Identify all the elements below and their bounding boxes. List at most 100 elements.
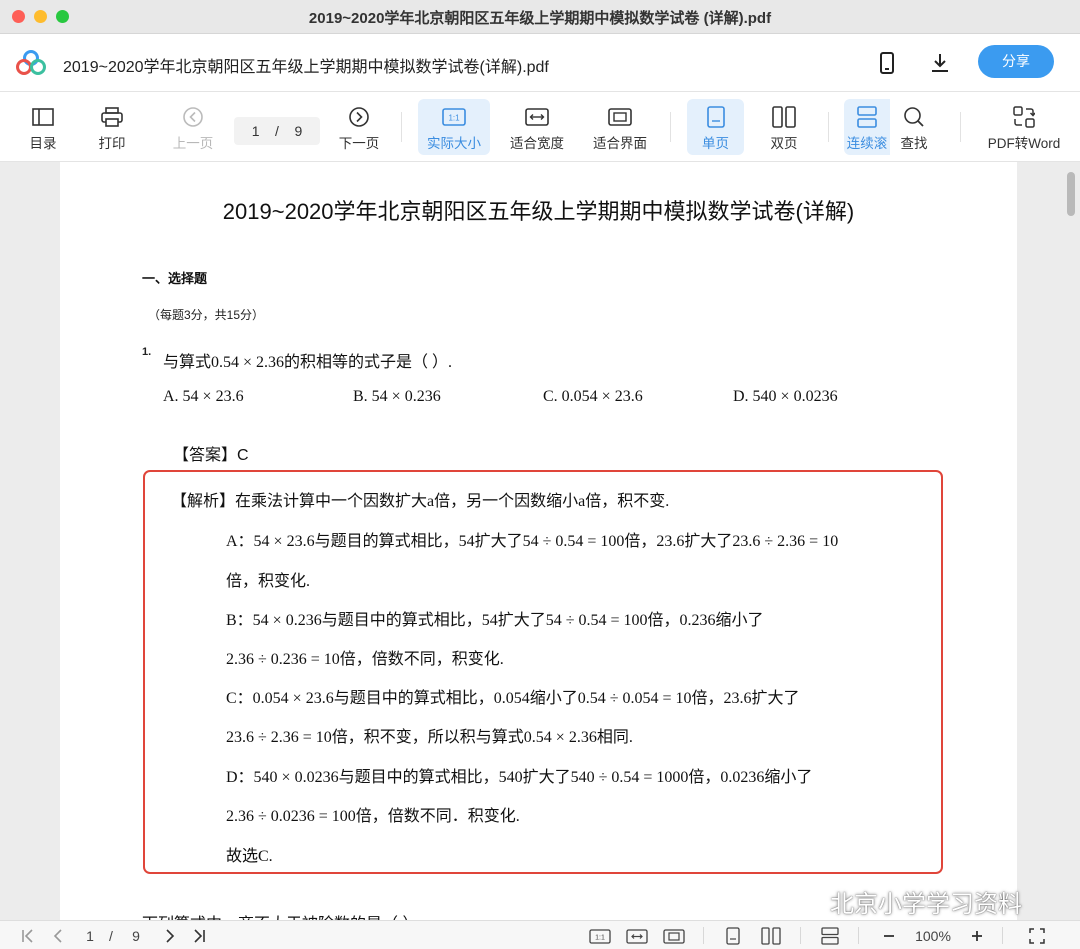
fullscreen-icon[interactable] [1026, 926, 1048, 946]
question-2-partial: 下列算式中，商不大于被除数的是（ ） [142, 910, 418, 920]
continuous-scroll-button[interactable]: 连续滚 [844, 99, 890, 155]
bottom-divider [1002, 927, 1003, 944]
window-title: 2019~2020学年北京朝阳区五年级上学期期中模拟数学试卷 (详解).pdf [308, 10, 772, 27]
toolbar-divider [828, 112, 829, 142]
pdf-to-word-button[interactable]: PDF转Word [982, 99, 1066, 155]
analysis-line: 2.36 ÷ 0.0236 = 100倍，倍数不同．积变化. [226, 808, 520, 825]
actual-size-icon[interactable]: 1:1 [588, 926, 612, 946]
prev-page-button[interactable]: 上一页 [168, 99, 218, 155]
option-b: B. 54 × 0.236 [353, 388, 441, 405]
actual-size-button[interactable]: 1:1 实际大小 [418, 99, 490, 155]
print-label: 打印 [98, 136, 126, 151]
svg-text:1:1: 1:1 [595, 934, 605, 941]
prev-page-label: 上一页 [172, 136, 214, 151]
fit-width-label: 适合宽度 [510, 136, 564, 151]
toolbar-divider [401, 112, 402, 142]
fit-width-button[interactable]: 适合宽度 [505, 99, 569, 155]
pdf-page: 2019~2020学年北京朝阳区五年级上学期期中模拟数学试卷(详解) 一、选择题… [60, 162, 1017, 920]
convert-icon [1013, 105, 1035, 129]
single-page-label: 单页 [702, 136, 729, 151]
bottom-current-page[interactable]: 1 [80, 926, 100, 946]
fit-width-icon[interactable] [625, 926, 649, 946]
pdf-heading: 2019~2020学年北京朝阳区五年级上学期期中模拟数学试卷(详解) [222, 199, 855, 224]
analysis-line: B：54 × 0.236与题目中的算式相比，54扩大了54 ÷ 0.54 = 1… [226, 612, 764, 629]
continuous-scroll-label: 连续滚 [846, 136, 888, 151]
double-page-icon[interactable] [758, 926, 784, 946]
section-heading: 一、选择题 [142, 271, 208, 286]
title-bar: 2019~2020学年北京朝阳区五年级上学期期中模拟数学试卷 (详解).pdf [0, 0, 1080, 34]
analysis-line: 2.36 ÷ 0.236 = 10倍，倍数不同，积变化. [226, 651, 504, 668]
phone-icon[interactable] [874, 50, 900, 76]
answer-line: 【答案】C [173, 447, 249, 464]
analysis-line: 23.6 ÷ 2.36 = 10倍，积不变，所以积与算式0.54 × 2.36相… [226, 729, 633, 746]
prev-page-icon[interactable] [48, 926, 68, 946]
chevron-right-circle-icon [348, 105, 370, 129]
zoom-out-icon[interactable] [878, 926, 900, 946]
watermark: 北京小学学习资料 [790, 884, 1022, 919]
next-page-label: 下一页 [338, 136, 380, 151]
fit-width-icon [525, 105, 549, 129]
share-button[interactable]: 分享 [978, 45, 1054, 78]
continuous-scroll-icon[interactable] [818, 926, 842, 946]
bottom-total-pages: 9 [132, 928, 140, 944]
download-icon[interactable] [927, 50, 953, 76]
wechat-icon [791, 888, 823, 913]
double-page-icon [772, 105, 796, 129]
option-d: D. 540 × 0.0236 [733, 388, 838, 405]
page-separator: / [275, 123, 279, 139]
toc-label: 目录 [29, 136, 57, 151]
analysis-line: 倍，积变化. [226, 573, 311, 590]
find-button[interactable]: 查找 [892, 99, 936, 155]
bottom-bar: 1 / 9 1:1 100% [0, 920, 1080, 949]
analysis-line: A：54 × 23.6与题目的算式相比，54扩大了54 ÷ 0.54 = 100… [226, 533, 839, 550]
analysis-line: 故选C. [226, 848, 273, 865]
print-button[interactable]: 打印 [91, 99, 133, 155]
fit-page-button[interactable]: 适合界面 [588, 99, 652, 155]
double-page-button[interactable]: 双页 [758, 99, 810, 155]
fit-page-label: 适合界面 [593, 136, 647, 151]
single-page-icon [706, 105, 725, 129]
bottom-divider [703, 927, 704, 944]
fit-page-icon[interactable] [662, 926, 686, 946]
option-c: C. 0.054 × 23.6 [543, 388, 643, 405]
actual-size-icon: 1:1 [442, 105, 466, 129]
fit-page-icon [608, 105, 632, 129]
document-title: 2019~2020学年北京朝阳区五年级上学期期中模拟数学试卷(详解).pdf [63, 59, 549, 76]
continuous-scroll-icon [857, 105, 877, 129]
next-page-button[interactable]: 下一页 [334, 99, 384, 155]
last-page-icon[interactable] [188, 926, 210, 946]
printer-icon [101, 105, 123, 129]
next-page-icon[interactable] [160, 926, 180, 946]
app-header: 2019~2020学年北京朝阳区五年级上学期期中模拟数学试卷(详解).pdf 分… [0, 34, 1080, 92]
bottom-divider [800, 927, 801, 944]
analysis-line: 【解析】在乘法计算中一个因数扩大a倍，另一个因数缩小a倍，积不变. [171, 493, 670, 510]
svg-text:1:1: 1:1 [448, 114, 460, 123]
zoom-level[interactable]: 100% [908, 926, 958, 946]
toolbar-divider [670, 112, 671, 142]
first-page-icon[interactable] [18, 926, 38, 946]
page-number-input[interactable]: 1 / 9 [234, 117, 320, 145]
current-page: 1 [251, 123, 260, 139]
app-window: 2019~2020学年北京朝阳区五年级上学期期中模拟数学试卷 (详解).pdf … [0, 0, 1080, 949]
chevron-left-circle-icon [182, 105, 204, 129]
toolbar-divider [960, 112, 961, 142]
analysis-line: C：0.054 × 23.6与题目中的算式相比，0.054缩小了0.54 ÷ 0… [226, 690, 800, 707]
section-note: （每题3分，共15分） [148, 308, 265, 322]
bottom-divider [858, 927, 859, 944]
single-page-button[interactable]: 单页 [687, 99, 744, 155]
total-pages: 9 [294, 123, 303, 139]
find-label: 查找 [900, 136, 928, 151]
single-page-icon[interactable] [722, 926, 744, 946]
toc-button[interactable]: 目录 [22, 99, 64, 155]
question-text: 与算式0.54 × 2.36的积相等的式子是（ ）. [163, 354, 453, 371]
zoom-in-icon[interactable] [966, 926, 988, 946]
double-page-label: 双页 [770, 136, 798, 151]
vertical-scrollbar[interactable] [1067, 172, 1075, 216]
question-number: 1. [142, 346, 152, 358]
document-viewport[interactable]: 2019~2020学年北京朝阳区五年级上学期期中模拟数学试卷(详解) 一、选择题… [0, 162, 1080, 920]
sidebar-icon [32, 105, 54, 129]
analysis-line: D：540 × 0.0236与题目中的算式相比，540扩大了540 ÷ 0.54… [226, 769, 813, 786]
search-icon [903, 105, 925, 129]
option-a: A. 54 × 23.6 [163, 388, 244, 405]
actual-size-label: 实际大小 [427, 136, 481, 151]
